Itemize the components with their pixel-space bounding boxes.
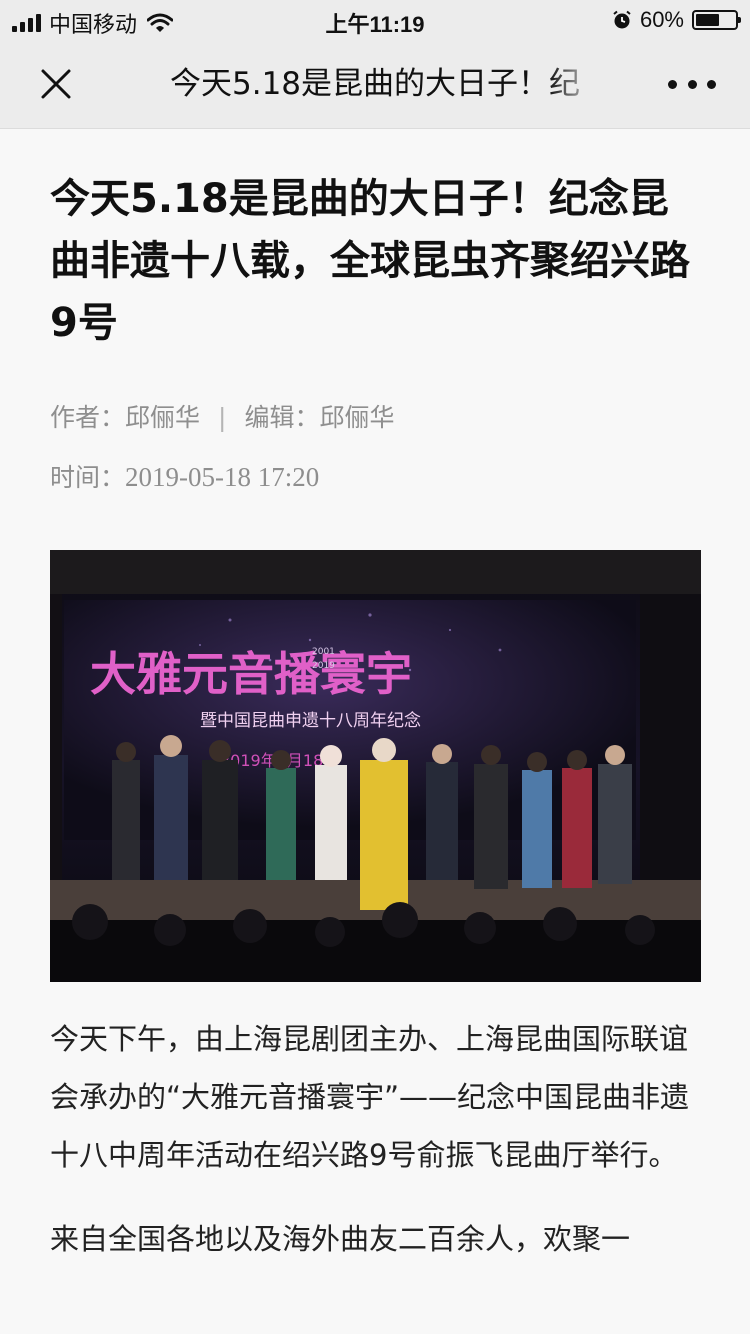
article-photo[interactable]: 大雅元音播寰宇 2001 2019 暨中国昆曲申遗十八周年纪念 2019年5月1… xyxy=(50,550,701,982)
battery-icon xyxy=(692,10,741,30)
article-title: 今天5.18是昆曲的大日子！纪念昆曲非遗十八载，全球昆虫齐聚绍兴路9号 xyxy=(50,176,690,346)
nav-title: 今天5.18是昆曲的大日子！纪 xyxy=(170,66,581,102)
meta-divider: | xyxy=(218,403,227,432)
article-paragraph: 来自全国各地以及海外曲友二百余人，欢聚一 xyxy=(50,1222,631,1256)
curtain-right xyxy=(640,594,701,894)
time-value: 2019-05-18 17:20 xyxy=(125,462,320,492)
author-label: 作者： xyxy=(50,403,126,432)
more-dot xyxy=(687,79,697,89)
more-icon[interactable] xyxy=(668,70,716,98)
status-bar: 中国移动 上午11:19 60% xyxy=(0,0,750,40)
more-dot xyxy=(707,79,716,89)
article-meta: 作者：邱俪华 | 编辑：邱俪华 xyxy=(50,402,704,434)
publish-time: 时间：2019-05-18 17:20 xyxy=(50,458,704,494)
nav-bar: 今天5.18是昆曲的大日子！纪 xyxy=(0,40,750,129)
editor-name: 邱俪华 xyxy=(319,403,395,432)
banner-subtitle: 暨中国昆曲申遗十八周年纪念 xyxy=(200,710,421,731)
battery-percent: 60% xyxy=(639,7,684,32)
author-name[interactable]: 邱俪华 xyxy=(125,403,200,432)
curtain-left xyxy=(50,594,62,894)
banner-year-end: 2019 xyxy=(312,661,335,671)
article: 今天5.18是昆曲的大日子！纪念昆曲非遗十八载，全球昆虫齐聚绍兴路9号 作者：邱… xyxy=(50,168,704,1268)
article-paragraph: 今天下午，由上海昆剧团主办、上海昆曲国际联谊会承办的“大雅元音播寰宇”——纪念中… xyxy=(50,1022,690,1172)
close-icon[interactable] xyxy=(36,64,76,104)
battery-fill xyxy=(696,14,719,26)
audience-silhouette xyxy=(50,920,701,982)
more-dot xyxy=(668,79,677,89)
banner-title: 大雅元音播寰宇 xyxy=(90,647,412,701)
time-label: 时间： xyxy=(50,463,126,492)
status-right: 60% xyxy=(612,7,741,33)
editor-label: 编辑： xyxy=(244,403,320,432)
stage-curtain-top xyxy=(50,550,701,594)
alarm-icon xyxy=(613,10,631,29)
banner-year-start: 2001 xyxy=(312,647,335,657)
